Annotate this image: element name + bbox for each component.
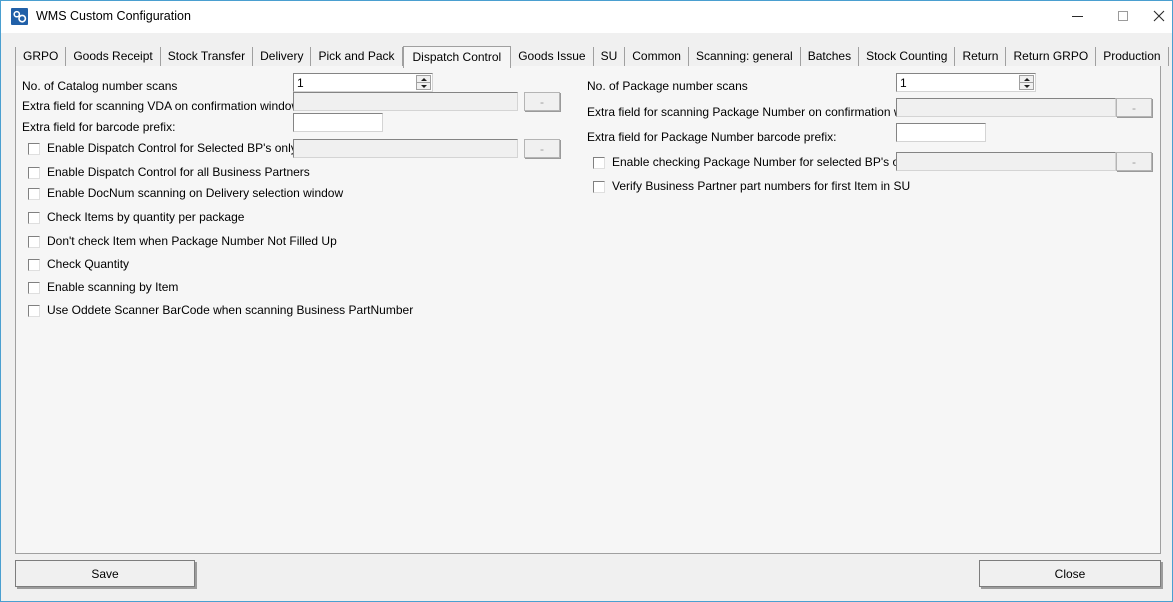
vda-extra-field-picker-button[interactable]: - (524, 92, 560, 111)
checkbox-label: Enable scanning by Item (47, 281, 178, 294)
tab-common[interactable]: Common (625, 47, 689, 66)
selected-bp-input[interactable] (294, 141, 517, 158)
catalog-scans-stepper[interactable] (293, 73, 433, 92)
tab-stock-transfer[interactable]: Stock Transfer (161, 47, 253, 66)
tab-goods-issue[interactable]: Goods Issue (511, 47, 593, 66)
left-checkbox-row[interactable]: Enable DocNum scanning on Delivery selec… (28, 187, 343, 200)
checkbox-label: Enable checking Package Number for selec… (612, 156, 914, 169)
checkbox-label: Enable Dispatch Control for all Business… (47, 166, 310, 179)
tab-pick-and-pack[interactable]: Pick and Pack (311, 47, 402, 66)
checkbox-label: Check Items by quantity per package (47, 211, 244, 224)
enable-package-selected-bp-checkbox[interactable]: Enable checking Package Number for selec… (593, 156, 914, 169)
close-button[interactable]: Close (979, 560, 1161, 587)
checkbox-box (28, 188, 40, 200)
checkbox-box (28, 167, 40, 179)
catalog-scans-down-button[interactable] (416, 83, 431, 90)
tab-production[interactable]: Production (1096, 47, 1168, 66)
maximize-button[interactable] (1100, 1, 1146, 31)
package-confirm-field-label: Extra field for scanning Package Number … (587, 105, 934, 119)
tab-scanning-general[interactable]: Scanning: general (689, 47, 801, 66)
tab-su[interactable]: SU (594, 47, 626, 66)
checkbox-label: Don't check Item when Package Number Not… (47, 235, 337, 248)
checkbox-box (28, 259, 40, 271)
left-checkbox-row[interactable]: Check Items by quantity per package (28, 211, 244, 224)
package-confirm-picker-button[interactable]: - (1116, 98, 1152, 117)
tab-grpo[interactable]: GRPO (15, 47, 66, 66)
checkbox-box (28, 282, 40, 294)
package-scans-input[interactable] (897, 74, 1018, 91)
title-bar: WMS Custom Configuration (1, 1, 1172, 33)
vda-extra-field-input-wrap[interactable] (293, 92, 518, 111)
package-scans-up-button[interactable] (1019, 75, 1034, 83)
checkbox-label: Enable DocNum scanning on Delivery selec… (47, 187, 343, 200)
package-bp-picker-button[interactable]: - (1116, 152, 1152, 171)
enable-dispatch-selected-bp-checkbox[interactable]: Enable Dispatch Control for Selected BP'… (28, 142, 297, 155)
package-confirm-input[interactable] (897, 100, 1115, 117)
left-checkbox-row[interactable]: Use Oddete Scanner BarCode when scanning… (28, 304, 413, 317)
gear-app-icon (11, 8, 28, 25)
checkbox-box (28, 143, 40, 155)
barcode-prefix-label: Extra field for barcode prefix: (22, 120, 175, 134)
package-scans-stepper[interactable] (896, 73, 1036, 92)
barcode-prefix-input[interactable] (294, 115, 382, 132)
checkbox-label: Enable Dispatch Control for Selected BP'… (47, 142, 297, 155)
selected-bp-picker-button[interactable]: - (524, 139, 560, 158)
package-prefix-label: Extra field for Package Number barcode p… (587, 130, 836, 144)
package-bp-input[interactable] (897, 154, 1115, 171)
vda-extra-field-input[interactable] (294, 94, 517, 111)
tab-goods-receipt[interactable]: Goods Receipt (66, 47, 160, 66)
catalog-scans-label: No. of Catalog number scans (22, 79, 177, 93)
close-icon (1153, 10, 1165, 22)
checkbox-label: Check Quantity (47, 258, 129, 271)
tab-return[interactable]: Return (955, 47, 1006, 66)
checkbox-box (28, 236, 40, 248)
left-checkbox-row[interactable]: Don't check Item when Package Number Not… (28, 235, 337, 248)
chevron-up-icon (1024, 78, 1030, 81)
left-checkbox-row[interactable]: Enable scanning by Item (28, 281, 178, 294)
minimize-button[interactable] (1054, 1, 1100, 31)
package-prefix-input-wrap[interactable] (896, 123, 986, 142)
wms-custom-configuration-window: WMS Custom Configuration GRPOGoods Recei… (0, 0, 1173, 602)
chevron-down-icon (1024, 85, 1030, 88)
checkbox-box (28, 212, 40, 224)
tab-batches[interactable]: Batches (801, 47, 859, 66)
vda-extra-field-label: Extra field for scanning VDA on confirma… (22, 99, 300, 113)
chevron-up-icon (421, 78, 427, 81)
save-button[interactable]: Save (15, 560, 195, 587)
tab-return-grpo[interactable]: Return GRPO (1006, 47, 1096, 66)
dispatch-control-panel: No. of Catalog number scans Extra field … (15, 65, 1161, 554)
close-window-button[interactable] (1146, 1, 1172, 31)
package-prefix-input[interactable] (897, 125, 985, 142)
left-checkbox-row[interactable]: Enable Dispatch Control for all Business… (28, 166, 310, 179)
checkbox-label: Verify Business Partner part numbers for… (612, 180, 910, 193)
verify-bp-part-numbers-checkbox[interactable]: Verify Business Partner part numbers for… (593, 180, 910, 193)
checkbox-box (28, 305, 40, 317)
chevron-down-icon (421, 85, 427, 88)
package-scans-down-button[interactable] (1019, 83, 1034, 90)
catalog-scans-input[interactable] (294, 74, 415, 91)
checkbox-label: Use Oddete Scanner BarCode when scanning… (47, 304, 413, 317)
left-checkbox-row[interactable]: Check Quantity (28, 258, 129, 271)
tab-manager[interactable]: Manager (1169, 47, 1173, 66)
package-confirm-input-wrap[interactable] (896, 98, 1116, 117)
checkbox-box (593, 181, 605, 193)
checkbox-box (593, 157, 605, 169)
selected-bp-input-wrap[interactable] (293, 139, 518, 158)
package-scans-label: No. of Package number scans (587, 79, 748, 93)
window-title: WMS Custom Configuration (36, 8, 191, 25)
tab-dispatch-control[interactable]: Dispatch Control (403, 46, 512, 68)
tab-delivery[interactable]: Delivery (253, 47, 311, 66)
tab-stock-counting[interactable]: Stock Counting (859, 47, 955, 66)
package-bp-input-wrap[interactable] (896, 152, 1116, 171)
catalog-scans-up-button[interactable] (416, 75, 431, 83)
tab-strip: GRPOGoods ReceiptStock TransferDeliveryP… (15, 46, 1161, 66)
minimize-icon (1072, 16, 1083, 17)
barcode-prefix-input-wrap[interactable] (293, 113, 383, 132)
maximize-icon (1118, 11, 1128, 21)
